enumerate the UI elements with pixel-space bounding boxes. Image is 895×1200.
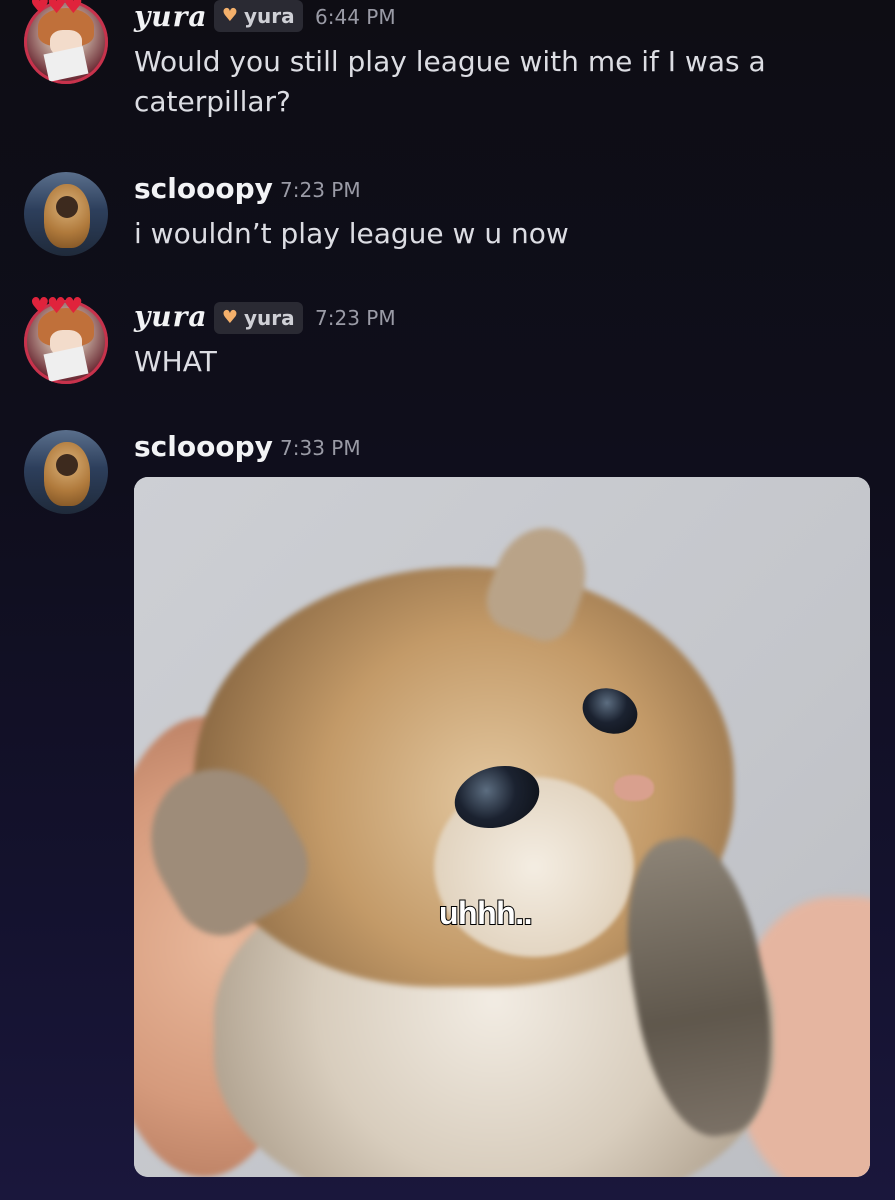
image-caption: uhhh..: [438, 894, 533, 932]
guild-tag-label: yura: [244, 306, 295, 330]
image-attachment[interactable]: uhhh..: [134, 477, 870, 1177]
timestamp: 7:23 PM: [280, 178, 361, 202]
timestamp: 7:23 PM: [315, 306, 396, 330]
avatar-monkey-face: [56, 196, 78, 218]
timestamp: 7:33 PM: [280, 436, 361, 460]
image-kitten-nose: [614, 775, 654, 801]
avatar[interactable]: [24, 172, 108, 256]
heart-badge-icon: ♥: [221, 307, 239, 328]
username[interactable]: yura: [134, 0, 208, 33]
guild-tag[interactable]: ♥ yura: [214, 302, 303, 334]
avatar[interactable]: [24, 430, 108, 514]
avatar-paper: [43, 46, 89, 82]
message-text: WHAT: [134, 345, 217, 378]
heart-decoration-icon: ♥♥♥: [30, 0, 83, 19]
avatar-monkey-face: [56, 454, 78, 476]
message-text: Would you still play league with me if I…: [134, 45, 766, 118]
heart-badge-icon: ♥: [221, 5, 239, 26]
heart-decoration-icon: ♥♥♥: [30, 294, 83, 319]
timestamp: 6:44 PM: [315, 5, 396, 29]
avatar-paper: [43, 346, 89, 382]
guild-tag[interactable]: ♥ yura: [214, 0, 303, 32]
username[interactable]: sclooopy: [134, 172, 273, 205]
guild-tag-label: yura: [244, 4, 295, 28]
username[interactable]: yura: [134, 300, 208, 333]
username[interactable]: sclooopy: [134, 430, 273, 463]
message-text: i wouldn’t play league w u now: [134, 217, 569, 250]
